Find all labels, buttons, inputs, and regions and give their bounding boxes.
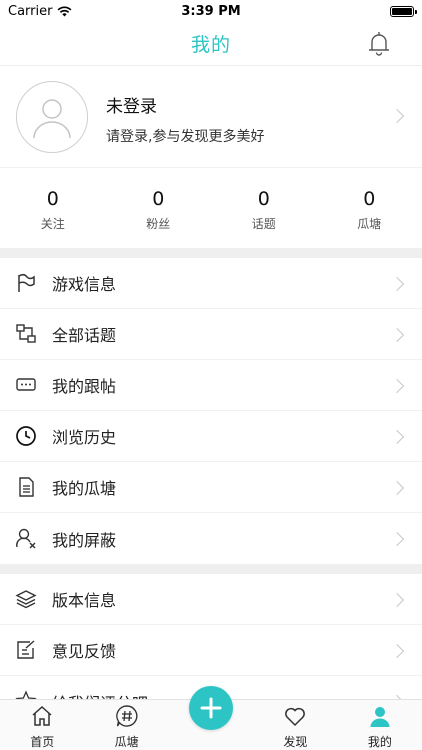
carrier-label: Carrier [8,3,53,19]
plus-icon [200,697,222,719]
tab-discover[interactable]: 发现 [253,700,337,750]
profile-login-hint: 请登录,参与发现更多美好 [106,129,265,145]
nav-bar: 我的 [0,22,422,66]
stat-label: 瓜塘 [357,217,382,231]
home-icon [32,705,52,726]
menu-item-game-info[interactable]: 游戏信息 [0,258,422,309]
feedback-icon [17,640,35,659]
profile-card[interactable]: 未登录 请登录,参与发现更多美好 [0,66,422,168]
stat-value: 0 [363,188,376,210]
user-block-icon [16,528,36,549]
menu-item-label: 版本信息 [52,591,117,610]
chevron-right-icon [389,276,405,292]
topics-icon [16,324,36,343]
battery-icon [390,5,417,17]
menu-item-label: 意见反馈 [52,642,117,661]
status-left: Carrier [8,4,72,19]
stat-topics[interactable]: 0 话题 [211,168,317,248]
stat-label: 关注 [40,217,65,231]
layers-icon [15,590,37,609]
hashtag-icon [115,705,138,727]
bell-icon[interactable] [364,29,394,59]
menu-item-all-topics[interactable]: 全部话题 [0,309,422,360]
stat-value: 0 [257,188,270,210]
menu-item-label: 全部话题 [52,326,117,345]
chevron-right-icon [389,108,405,124]
document-icon [19,477,34,497]
tab-pond[interactable]: 瓜塘 [84,700,168,750]
heart-icon [285,707,306,727]
menu-item-feedback[interactable]: 意见反馈 [0,625,422,676]
status-bar: Carrier 3:39 PM [0,0,422,22]
profile-name: 未登录 [106,97,157,117]
tab-label: 我的 [367,735,392,749]
stat-following[interactable]: 0 关注 [0,168,106,248]
menu-item-label: 我的屏蔽 [52,530,117,550]
menu-item-label: 我的跟帖 [52,377,117,396]
stat-value: 0 [152,188,165,210]
chevron-right-icon [389,592,405,608]
stat-ponds[interactable]: 0 瓜塘 [317,168,422,248]
chevron-right-icon [389,531,405,547]
stat-label: 粉丝 [146,217,171,231]
menu-item-browse-history[interactable]: 浏览历史 [0,411,422,462]
chevron-right-icon [389,327,405,343]
menu-item-my-replies[interactable]: 我的跟帖 [0,360,422,411]
wifi-icon [58,6,72,16]
chevron-right-icon [389,429,405,445]
stat-label: 话题 [251,217,276,231]
menu-item-my-ponds[interactable]: 我的瓜塘 [0,462,422,513]
tab-label: 发现 [283,735,308,749]
chevron-right-icon [389,480,405,496]
new-post-button[interactable] [189,686,233,730]
avatar-placeholder-icon [33,99,71,139]
tab-label: 首页 [30,735,55,749]
section-divider [0,564,422,574]
avatar[interactable] [16,81,88,153]
menu-item-version-info[interactable]: 版本信息 [0,574,422,625]
stats-row: 0 关注 0 粉丝 0 话题 0 瓜塘 [0,168,422,248]
menu-item-label: 我的瓜塘 [52,479,117,498]
section-divider [0,248,422,258]
page-title: 我的 [190,34,231,56]
chevron-right-icon [389,643,405,659]
menu-item-my-blocked[interactable]: 我的屏蔽 [0,513,422,564]
stat-value: 0 [46,188,59,210]
clock-icon [16,426,36,446]
menu-item-label: 游戏信息 [52,275,117,294]
stat-followers[interactable]: 0 粉丝 [106,168,212,248]
menu-group-primary: 游戏信息 全部话题 我的跟帖 浏览历史 我的瓜塘 我的屏蔽 [0,258,422,564]
tab-home[interactable]: 首页 [0,700,84,750]
comments-icon [16,378,36,391]
person-icon [370,707,390,727]
menu-item-label: 浏览历史 [52,428,117,447]
chevron-right-icon [389,378,405,394]
flag-icon [18,273,35,292]
tab-label: 瓜塘 [114,735,139,749]
tab-mine[interactable]: 我的 [338,700,422,750]
